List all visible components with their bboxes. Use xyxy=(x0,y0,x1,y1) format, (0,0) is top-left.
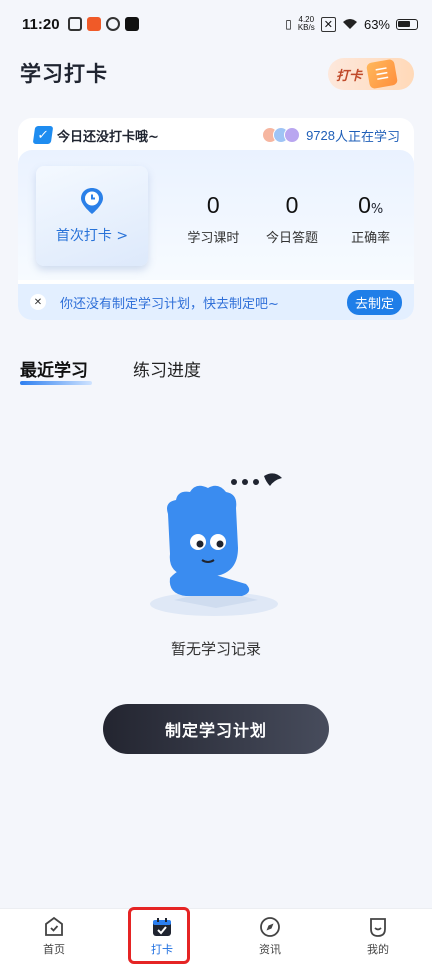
calendar-book-icon: ☰ xyxy=(365,58,399,90)
stat-unit: % xyxy=(370,202,384,217)
net-speed-unit: KB/s xyxy=(297,23,315,32)
first-checkin-label: 首次打卡 > xyxy=(55,228,129,244)
tab-recent-study[interactable]: 最近学习 xyxy=(20,356,88,381)
app-notification-icon xyxy=(105,17,120,31)
profile-icon xyxy=(370,918,386,937)
app-notification-icon xyxy=(67,17,82,31)
vibrate-icon: ▯ xyxy=(285,17,292,31)
empty-state-text: 暂无学习记录 xyxy=(170,640,261,658)
avatar-stack xyxy=(262,127,301,143)
stat-answers-today: 0 今日答题 xyxy=(253,192,331,246)
location-clock-icon xyxy=(81,188,103,214)
nav-item-profile[interactable]: 我的 xyxy=(324,909,432,964)
learners-count: 9728 xyxy=(306,127,335,143)
app-notification-icon xyxy=(86,17,101,31)
stat-value: 0 xyxy=(206,192,220,218)
nav-item-news[interactable]: 资讯 xyxy=(216,909,324,964)
checkin-badge-label: 打卡 xyxy=(336,68,363,84)
battery-icon xyxy=(396,18,418,30)
tab-practice-progress[interactable]: 练习进度 xyxy=(133,356,201,381)
home-icon xyxy=(45,916,63,936)
bottom-nav: 首页 打卡 资讯 我的 xyxy=(0,908,432,964)
compass-icon xyxy=(260,917,280,937)
nav-item-home[interactable]: 首页 xyxy=(0,909,108,964)
stat-value: 0 xyxy=(285,192,299,218)
stat-label: 今日答题 xyxy=(265,231,318,246)
make-plan-link-button[interactable]: 去制定 xyxy=(346,289,402,315)
learners-info: 9728 人正在学习 xyxy=(262,126,414,145)
sim-off-icon: ✕ xyxy=(320,16,336,32)
checkin-status-text: 今日还没打卡哦~ xyxy=(57,129,159,145)
stat-label: 正确率 xyxy=(351,231,391,246)
stat-label: 学习课时 xyxy=(187,231,240,246)
status-indicators: ▯ 4.20 KB/s ✕ 63% xyxy=(285,16,418,32)
tiktok-icon xyxy=(124,17,139,31)
make-study-plan-button[interactable]: 制定学习计划 xyxy=(103,704,329,754)
nav-label: 我的 xyxy=(367,943,389,956)
wifi-icon xyxy=(342,19,357,29)
selection-highlight xyxy=(128,907,190,964)
status-time: 11:20 xyxy=(22,15,60,33)
page-title: 学习打卡 xyxy=(20,62,108,86)
tab-active-indicator xyxy=(20,381,92,385)
plan-banner: ✕ 你还没有制定学习计划，快去制定吧~ 去制定 xyxy=(18,284,414,320)
battery-percent: 63% xyxy=(363,16,390,32)
stat-study-hours: 0 学习课时 xyxy=(174,192,252,246)
stat-value: 0 xyxy=(358,192,371,218)
stats-row: 0 学习课时 0 今日答题 0% 正确率 xyxy=(174,192,410,246)
card-header: ✓ 今日还没打卡哦~ 9728 人正在学习 xyxy=(18,118,414,152)
checkin-badge[interactable]: 打卡 ☰ xyxy=(328,58,414,90)
card-main: 首次打卡 > 0 学习课时 0 今日答题 0% 正确率 xyxy=(18,150,414,280)
empty-state-illustration xyxy=(150,473,282,616)
checkin-card: ✓ 今日还没打卡哦~ 9728 人正在学习 首次打卡 > 0 学习课时 0 今日… xyxy=(18,118,414,320)
plan-reminder-text: 你还没有制定学习计划，快去制定吧~ xyxy=(60,296,279,312)
status-bar: 11:20 ▯ 4.20 KB/s ✕ 63% xyxy=(0,0,432,48)
first-checkin-button[interactable]: 首次打卡 > xyxy=(36,166,148,266)
close-icon[interactable]: ✕ xyxy=(30,294,46,310)
avatar xyxy=(284,127,301,143)
nav-label: 资讯 xyxy=(259,943,281,956)
check-flag-icon: ✓ xyxy=(32,126,54,144)
nav-label: 首页 xyxy=(43,943,65,956)
learners-suffix: 人正在学习 xyxy=(334,129,400,145)
network-speed: 4.20 KB/s xyxy=(298,16,315,32)
stat-accuracy: 0% 正确率 xyxy=(332,192,410,246)
